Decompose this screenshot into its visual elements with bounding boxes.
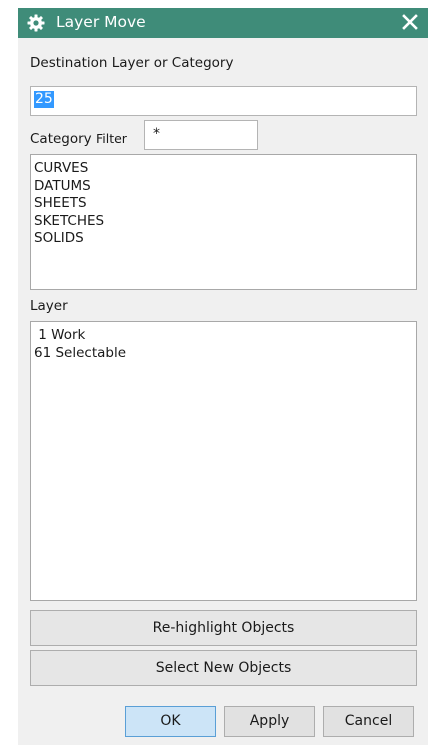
list-item[interactable]: DATUMS <box>34 178 416 196</box>
list-item[interactable]: SOLIDS <box>34 230 416 248</box>
cancel-button[interactable]: Cancel <box>323 706 414 737</box>
ok-button[interactable]: OK <box>125 706 216 737</box>
layer-label: Layer <box>30 298 68 314</box>
apply-button[interactable]: Apply <box>224 706 315 737</box>
list-item[interactable]: SKETCHES <box>34 213 416 231</box>
list-item[interactable]: 1 Work <box>34 327 416 345</box>
layer-list[interactable]: 1 Work 61 Selectable <box>30 321 417 601</box>
title-bar[interactable]: Layer Move <box>18 8 428 38</box>
list-item[interactable]: SHEETS <box>34 195 416 213</box>
list-item[interactable]: 61 Selectable <box>34 345 416 363</box>
category-label-text: Category <box>30 131 92 147</box>
gear-icon <box>27 14 45 32</box>
destination-label: Destination Layer or Category <box>30 55 234 71</box>
category-filter-value: * <box>153 126 160 142</box>
layer-move-dialog: Layer Move Destination Layer or Category… <box>18 8 428 745</box>
window-title: Layer Move <box>56 13 146 31</box>
destination-value: 25 <box>34 91 54 108</box>
list-item[interactable]: CURVES <box>34 160 416 178</box>
category-filter-input[interactable]: * <box>144 120 258 150</box>
rehighlight-objects-button[interactable]: Re-highlight Objects <box>30 610 417 646</box>
close-icon[interactable] <box>400 12 420 32</box>
filter-label-text: Filter <box>95 131 127 146</box>
select-new-objects-button[interactable]: Select New Objects <box>30 650 417 686</box>
category-list[interactable]: CURVES DATUMS SHEETS SKETCHES SOLIDS <box>30 154 417 290</box>
destination-input[interactable]: 25 <box>30 86 417 116</box>
category-label: Category Filter <box>30 131 127 147</box>
